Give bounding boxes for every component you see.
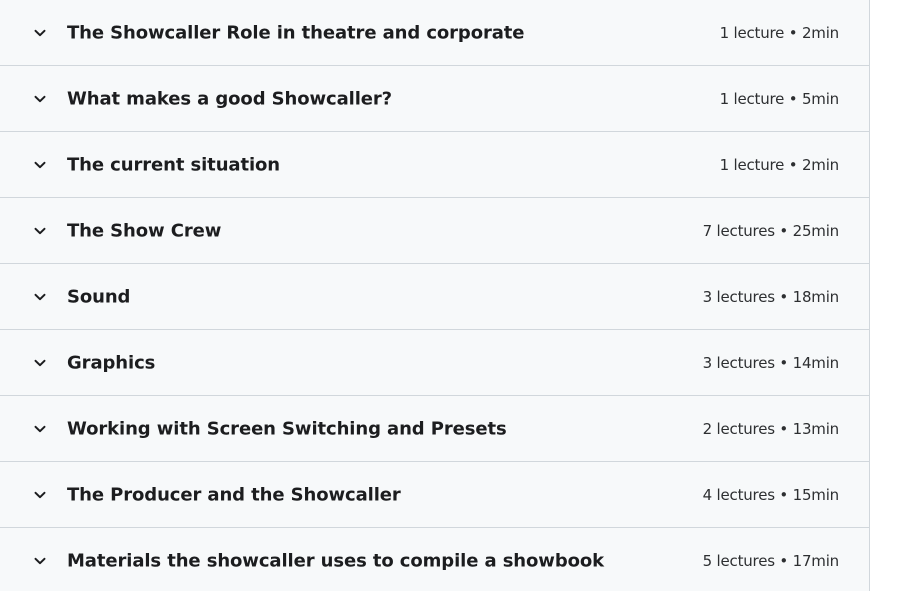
chevron-down-icon [32, 25, 48, 41]
section-header-producer[interactable]: The Producer and the Showcaller 4 lectur… [0, 462, 869, 528]
chevron-down-icon [32, 157, 48, 173]
section-title: The Producer and the Showcaller [67, 484, 401, 505]
section-header-show-crew[interactable]: The Show Crew 7 lectures • 25min [0, 198, 869, 264]
section-title: What makes a good Showcaller? [67, 88, 393, 109]
section-header-good-showcaller[interactable]: What makes a good Showcaller? 1 lecture … [0, 66, 869, 132]
course-curriculum: The Showcaller Role in theatre and corpo… [0, 0, 870, 591]
section-title: Working with Screen Switching and Preset… [67, 418, 507, 439]
section-title: The Showcaller Role in theatre and corpo… [67, 22, 525, 43]
section-lecture-count: 7 lectures • 25min [702, 221, 840, 240]
section-title: Sound [67, 286, 131, 307]
chevron-down-icon [32, 487, 48, 503]
chevron-down-icon [32, 421, 48, 437]
section-title: The Show Crew [67, 220, 222, 241]
section-lecture-count: 5 lectures • 17min [702, 552, 840, 570]
section-header-sound[interactable]: Sound 3 lectures • 18min [0, 264, 869, 330]
chevron-down-icon [32, 355, 48, 371]
section-lecture-count: 3 lectures • 14min [702, 353, 840, 372]
section-lecture-count: 1 lecture • 2min [719, 155, 840, 174]
section-title: The current situation [67, 154, 281, 175]
section-lecture-count: 2 lectures • 13min [702, 419, 840, 438]
chevron-down-icon [32, 223, 48, 239]
section-lecture-count: 1 lecture • 5min [719, 89, 840, 108]
chevron-down-icon [32, 553, 48, 569]
section-lecture-count: 3 lectures • 18min [702, 287, 840, 306]
section-header-graphics[interactable]: Graphics 3 lectures • 14min [0, 330, 869, 396]
section-header-screen-switching[interactable]: Working with Screen Switching and Preset… [0, 396, 869, 462]
chevron-down-icon [32, 91, 48, 107]
section-header-showbook-materials[interactable]: Materials the showcaller uses to compile… [0, 528, 869, 594]
section-title: Materials the showcaller uses to compile… [67, 550, 605, 572]
section-lecture-count: 4 lectures • 15min [702, 485, 840, 504]
section-lecture-count: 1 lecture • 2min [719, 23, 840, 42]
section-header-current-situation[interactable]: The current situation 1 lecture • 2min [0, 132, 869, 198]
section-header-showcaller-role[interactable]: The Showcaller Role in theatre and corpo… [0, 0, 869, 66]
chevron-down-icon [32, 289, 48, 305]
section-title: Graphics [67, 352, 156, 373]
